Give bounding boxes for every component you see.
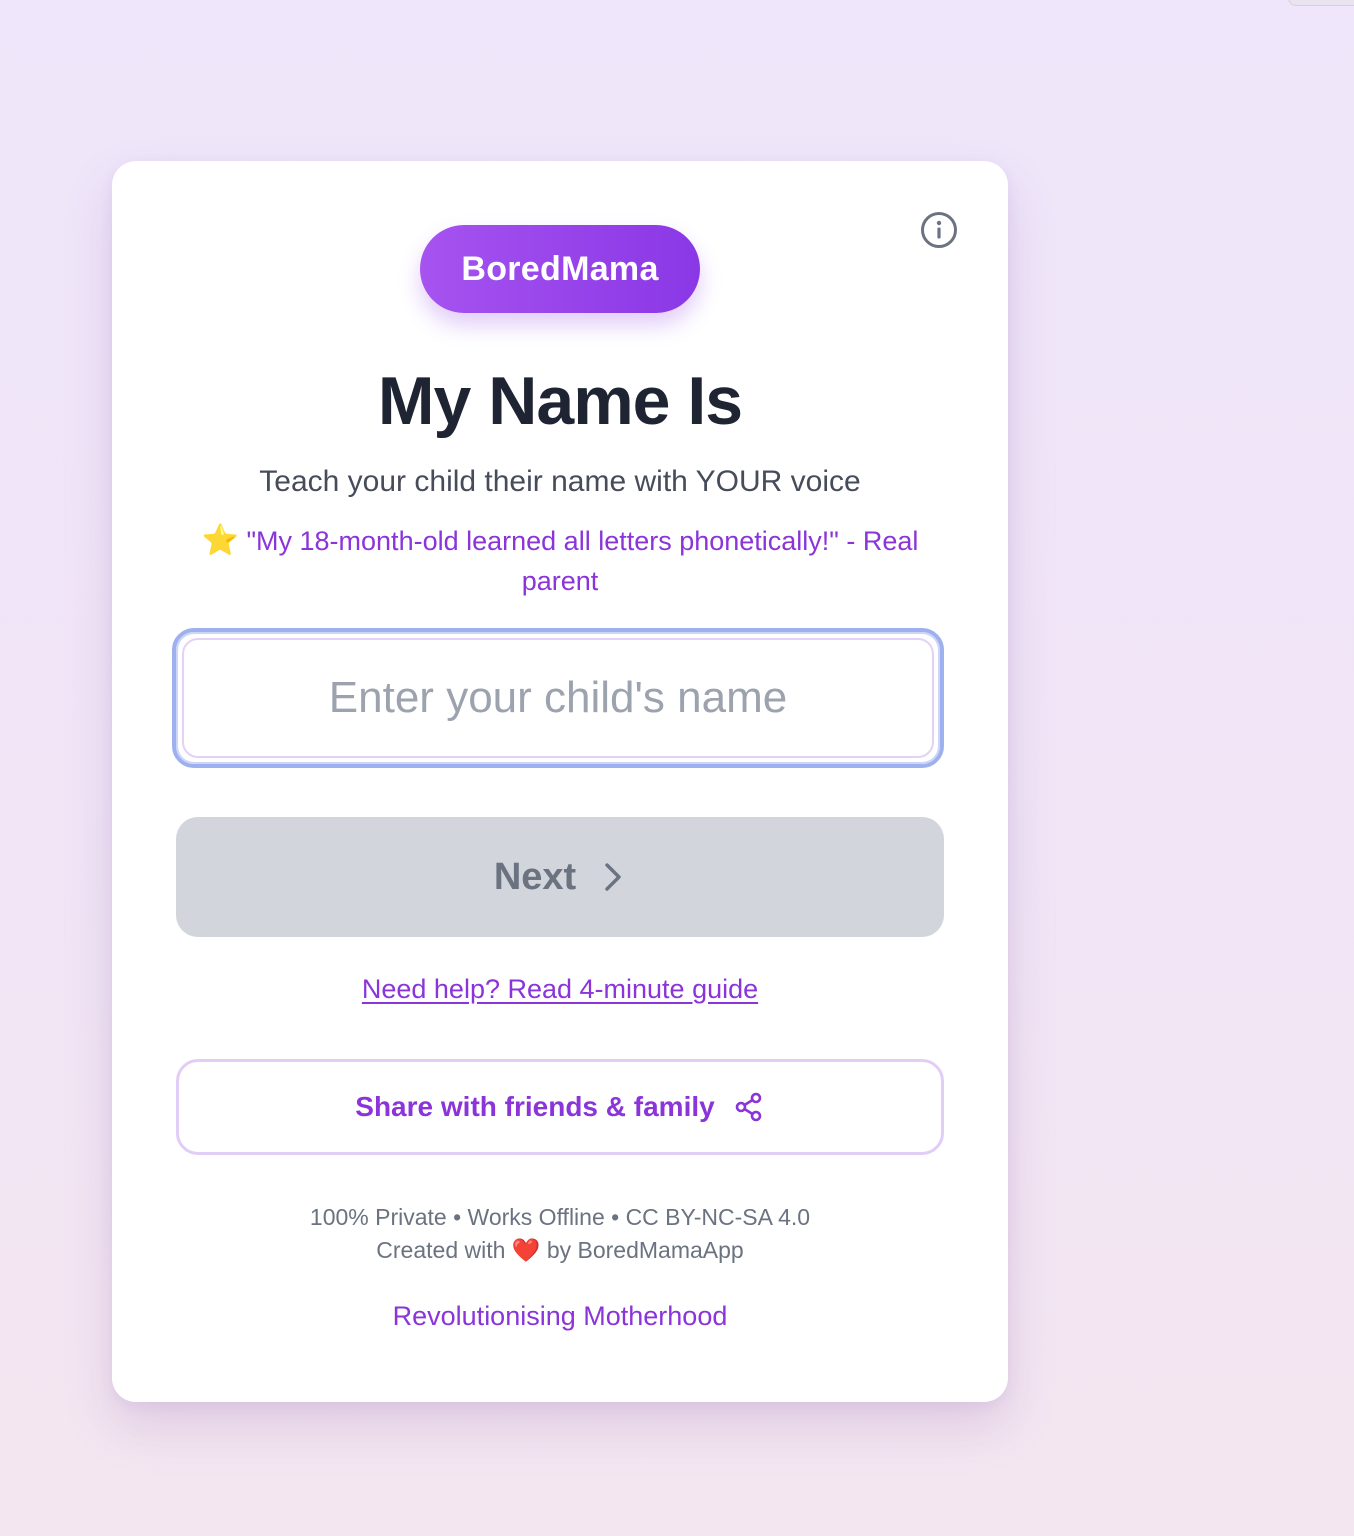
child-name-input[interactable] <box>182 638 934 758</box>
page-title: My Name Is <box>377 363 743 439</box>
footer-privacy-line: 100% Private • Works Offline • CC BY-NC-… <box>309 1204 811 1230</box>
share-button-label: Share with friends & family <box>355 1091 715 1122</box>
window-corner-edge <box>1288 0 1354 6</box>
info-button[interactable] <box>920 211 958 249</box>
main-card: BoredMama My Name Is Teach your child th… <box>112 161 1008 1402</box>
info-circle-icon <box>921 212 957 248</box>
footer: 100% Private • Works Offline • CC BY-NC-… <box>112 1201 1008 1267</box>
page-subtitle: Teach your child their name with YOUR vo… <box>259 465 861 498</box>
brand-label: BoredMama <box>461 249 659 288</box>
footer-credit-prefix: Created with <box>376 1237 506 1263</box>
tagline: Revolutionising Motherhood <box>392 1301 728 1331</box>
testimonial: ⭐ "My 18-month-old learned all letters p… <box>172 521 948 601</box>
name-input-container <box>172 628 944 768</box>
footer-credit-line: Created with ❤️ by BoredMamaApp <box>112 1234 1008 1267</box>
footer-credit-suffix: by BoredMamaApp <box>546 1237 744 1263</box>
heart-icon: ❤️ <box>511 1237 541 1263</box>
share-button[interactable]: Share with friends & family <box>176 1059 944 1155</box>
help-link-row: Need help? Read 4-minute guide <box>112 971 1008 1007</box>
share-icon <box>735 1092 762 1122</box>
chevron-right-icon <box>605 863 621 891</box>
next-button-label: Next <box>493 855 577 898</box>
next-button[interactable]: Next <box>176 817 944 937</box>
brand-badge: BoredMama <box>420 225 700 313</box>
testimonial-text: "My 18-month-old learned all letters pho… <box>246 526 919 596</box>
star-icon: ⭐ <box>201 524 239 557</box>
help-guide-link[interactable]: Need help? Read 4-minute guide <box>362 974 758 1004</box>
